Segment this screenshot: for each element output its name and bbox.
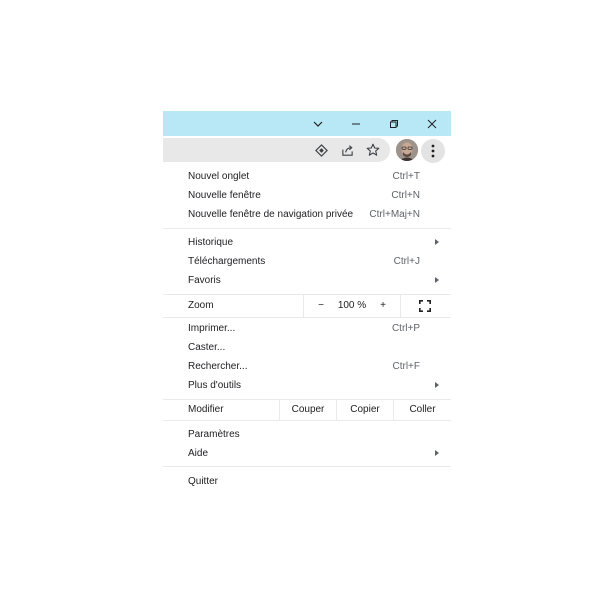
submenu-arrow-icon [435, 277, 439, 283]
title-bar [163, 111, 451, 136]
toolbar [163, 136, 451, 166]
cut-button[interactable]: Couper [280, 400, 336, 420]
zoom-in-button[interactable]: + [377, 295, 389, 317]
menu-item-favorites[interactable]: Favoris [163, 271, 451, 290]
address-bar[interactable] [163, 138, 390, 162]
share-icon[interactable] [339, 142, 355, 158]
menu-item-label: Paramètres [188, 429, 240, 440]
three-dots-vertical-icon [431, 144, 435, 158]
menu-item-settings[interactable]: Paramètres [163, 425, 451, 444]
menu-item-label: Aide [188, 448, 209, 459]
zoom-divider [400, 295, 401, 317]
edit-row: Modifier Couper Copier Coller [163, 400, 451, 420]
menu-item-new-tab[interactable]: Nouvel onglet Ctrl+T [163, 167, 451, 186]
menu-item-help[interactable]: Aide [163, 444, 451, 463]
minimize-button[interactable] [338, 111, 374, 136]
chevron-down-icon [313, 121, 323, 127]
menu-item-label: Favoris [188, 275, 221, 286]
menu-item-shortcut: Ctrl+T [392, 171, 421, 182]
submenu-arrow-icon [435, 450, 439, 456]
menu-item-label: Nouvel onglet [188, 171, 250, 182]
submenu-arrow-icon [435, 239, 439, 245]
zoom-out-button[interactable]: − [315, 295, 327, 317]
zoom-divider [303, 295, 304, 317]
menu-item-new-window[interactable]: Nouvelle fenêtre Ctrl+N [163, 186, 451, 205]
fullscreen-icon[interactable] [419, 300, 431, 312]
menu-item-more-tools[interactable]: Plus d'outils [163, 376, 451, 395]
menu-item-shortcut: Ctrl+N [391, 190, 420, 201]
zoom-label: Zoom [188, 300, 214, 311]
menu-divider [163, 466, 451, 467]
menu-item-history[interactable]: Historique [163, 233, 451, 252]
menu-item-find[interactable]: Rechercher... Ctrl+F [163, 357, 451, 376]
menu-divider [163, 420, 451, 421]
zoom-row: Zoom − 100 % + [163, 295, 451, 317]
menu-item-label: Caster... [188, 342, 226, 353]
menu-item-shortcut: Ctrl+Maj+N [369, 209, 420, 220]
profile-avatar[interactable] [396, 139, 418, 161]
bookmark-star-icon[interactable] [365, 142, 381, 158]
menu-divider [163, 317, 451, 318]
tab-search-button[interactable] [300, 111, 336, 136]
menu-item-label: Imprimer... [188, 323, 236, 334]
menu-item-label: Plus d'outils [188, 380, 242, 391]
avatar-image [396, 139, 418, 161]
paste-button[interactable]: Coller [394, 400, 451, 420]
zoom-level: 100 % [337, 300, 367, 311]
menu-item-shortcut: Ctrl+F [392, 361, 421, 372]
menu-item-cast[interactable]: Caster... [163, 338, 451, 357]
restore-button[interactable] [376, 111, 412, 136]
menu-divider [163, 228, 451, 229]
customize-menu-button[interactable] [421, 139, 445, 163]
close-button[interactable] [414, 111, 450, 136]
menu-item-quit[interactable]: Quitter [163, 472, 451, 488]
menu-item-shortcut: Ctrl+P [391, 323, 420, 334]
menu-item-label: Quitter [188, 476, 219, 487]
restore-icon [390, 119, 398, 128]
menu-item-label: Nouvelle fenêtre [188, 190, 261, 201]
close-icon [427, 119, 437, 128]
submenu-arrow-icon [435, 382, 439, 388]
menu-item-incognito[interactable]: Nouvelle fenêtre de navigation privée Ct… [163, 205, 451, 224]
menu-item-label: Téléchargements [188, 256, 266, 267]
menu-item-shortcut: Ctrl+J [393, 256, 420, 267]
menu-item-print[interactable]: Imprimer... Ctrl+P [163, 319, 451, 338]
menu-item-label: Rechercher... [188, 361, 248, 372]
browser-window: Nouvel onglet Ctrl+T Nouvelle fenêtre Ct… [163, 111, 451, 488]
menu-item-label: Historique [188, 237, 234, 248]
minimize-icon [352, 123, 360, 124]
menu-item-downloads[interactable]: Téléchargements Ctrl+J [163, 252, 451, 271]
edit-label: Modifier [188, 404, 224, 415]
menu-item-label: Nouvelle fenêtre de navigation privée [188, 209, 354, 220]
lens-icon[interactable] [313, 142, 329, 158]
copy-button[interactable]: Copier [337, 400, 393, 420]
